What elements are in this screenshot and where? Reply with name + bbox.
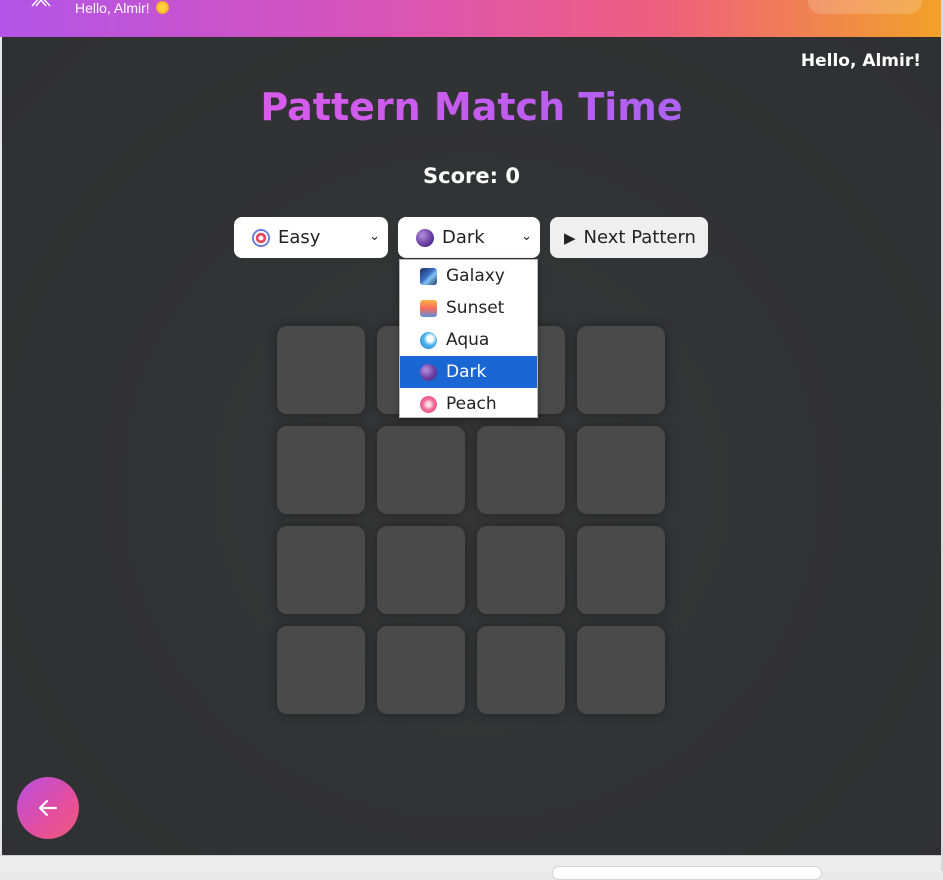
grid-cell[interactable] <box>377 426 465 514</box>
flower-icon <box>420 395 437 413</box>
chevron-down-icon: ⌄ <box>369 229 380 244</box>
user-greeting: Hello, Almir! <box>800 51 921 71</box>
galaxy-icon <box>420 267 437 285</box>
grid-cell[interactable] <box>577 426 665 514</box>
page-title: Pattern Match Time <box>2 85 941 129</box>
theme-option-peach[interactable]: Peach <box>400 388 537 420</box>
grid-cell[interactable] <box>477 526 565 614</box>
theme-option-aqua[interactable]: Aqua <box>400 324 537 356</box>
theme-option-label: Galaxy <box>446 266 505 286</box>
grid-cell[interactable] <box>377 626 465 714</box>
chevron-down-icon: ⌄ <box>521 229 532 244</box>
target-icon <box>252 228 270 247</box>
score-display: Score: 0 <box>423 164 520 188</box>
next-pattern-button[interactable]: ▶ Next Pattern <box>550 217 708 258</box>
theme-option-label: Dark <box>446 362 487 382</box>
sunset-icon <box>420 299 437 317</box>
theme-dropdown-list: Galaxy Sunset Aqua Dark Peach <box>399 259 538 418</box>
wave-icon <box>420 331 437 349</box>
bottom-strip <box>0 855 943 880</box>
theme-option-label: Peach <box>446 394 497 414</box>
theme-selected-label: Dark <box>442 227 485 248</box>
grid-cell[interactable] <box>577 626 665 714</box>
next-pattern-label: Next Pattern <box>583 227 696 248</box>
grid-cell[interactable] <box>477 626 565 714</box>
sun-icon <box>155 1 169 14</box>
grid-cell[interactable] <box>277 626 365 714</box>
difficulty-selected-label: Easy <box>278 227 321 248</box>
arrow-left-icon <box>37 793 59 821</box>
theme-option-sunset[interactable]: Sunset <box>400 292 537 324</box>
theme-option-galaxy[interactable]: Galaxy <box>400 260 537 292</box>
top-bar: Hello, Almir! <box>0 0 943 37</box>
top-greeting: Hello, Almir! <box>75 0 169 17</box>
dark-planet-icon <box>416 228 434 247</box>
grid-cell[interactable] <box>577 326 665 414</box>
dark-planet-icon <box>420 363 437 381</box>
grid-cell[interactable] <box>477 426 565 514</box>
theme-option-dark[interactable]: Dark <box>400 356 537 388</box>
difficulty-select[interactable]: Easy ⌄ <box>234 217 388 258</box>
grid-cell[interactable] <box>277 326 365 414</box>
bottom-pill <box>552 866 822 880</box>
theme-option-label: Sunset <box>446 298 505 318</box>
game-stage: Hello, Almir! Pattern Match Time Score: … <box>2 37 941 855</box>
play-icon: ▶ <box>564 228 576 247</box>
theme-select[interactable]: Dark ⌄ <box>398 217 540 258</box>
theme-option-label: Aqua <box>446 330 490 350</box>
stand-icon <box>28 0 54 10</box>
grid-cell[interactable] <box>577 526 665 614</box>
back-button[interactable] <box>17 777 79 839</box>
grid-cell[interactable] <box>277 526 365 614</box>
top-bar-pill[interactable] <box>808 0 922 14</box>
grid-cell[interactable] <box>377 526 465 614</box>
top-greeting-text: Hello, Almir! <box>75 0 150 16</box>
grid-cell[interactable] <box>277 426 365 514</box>
